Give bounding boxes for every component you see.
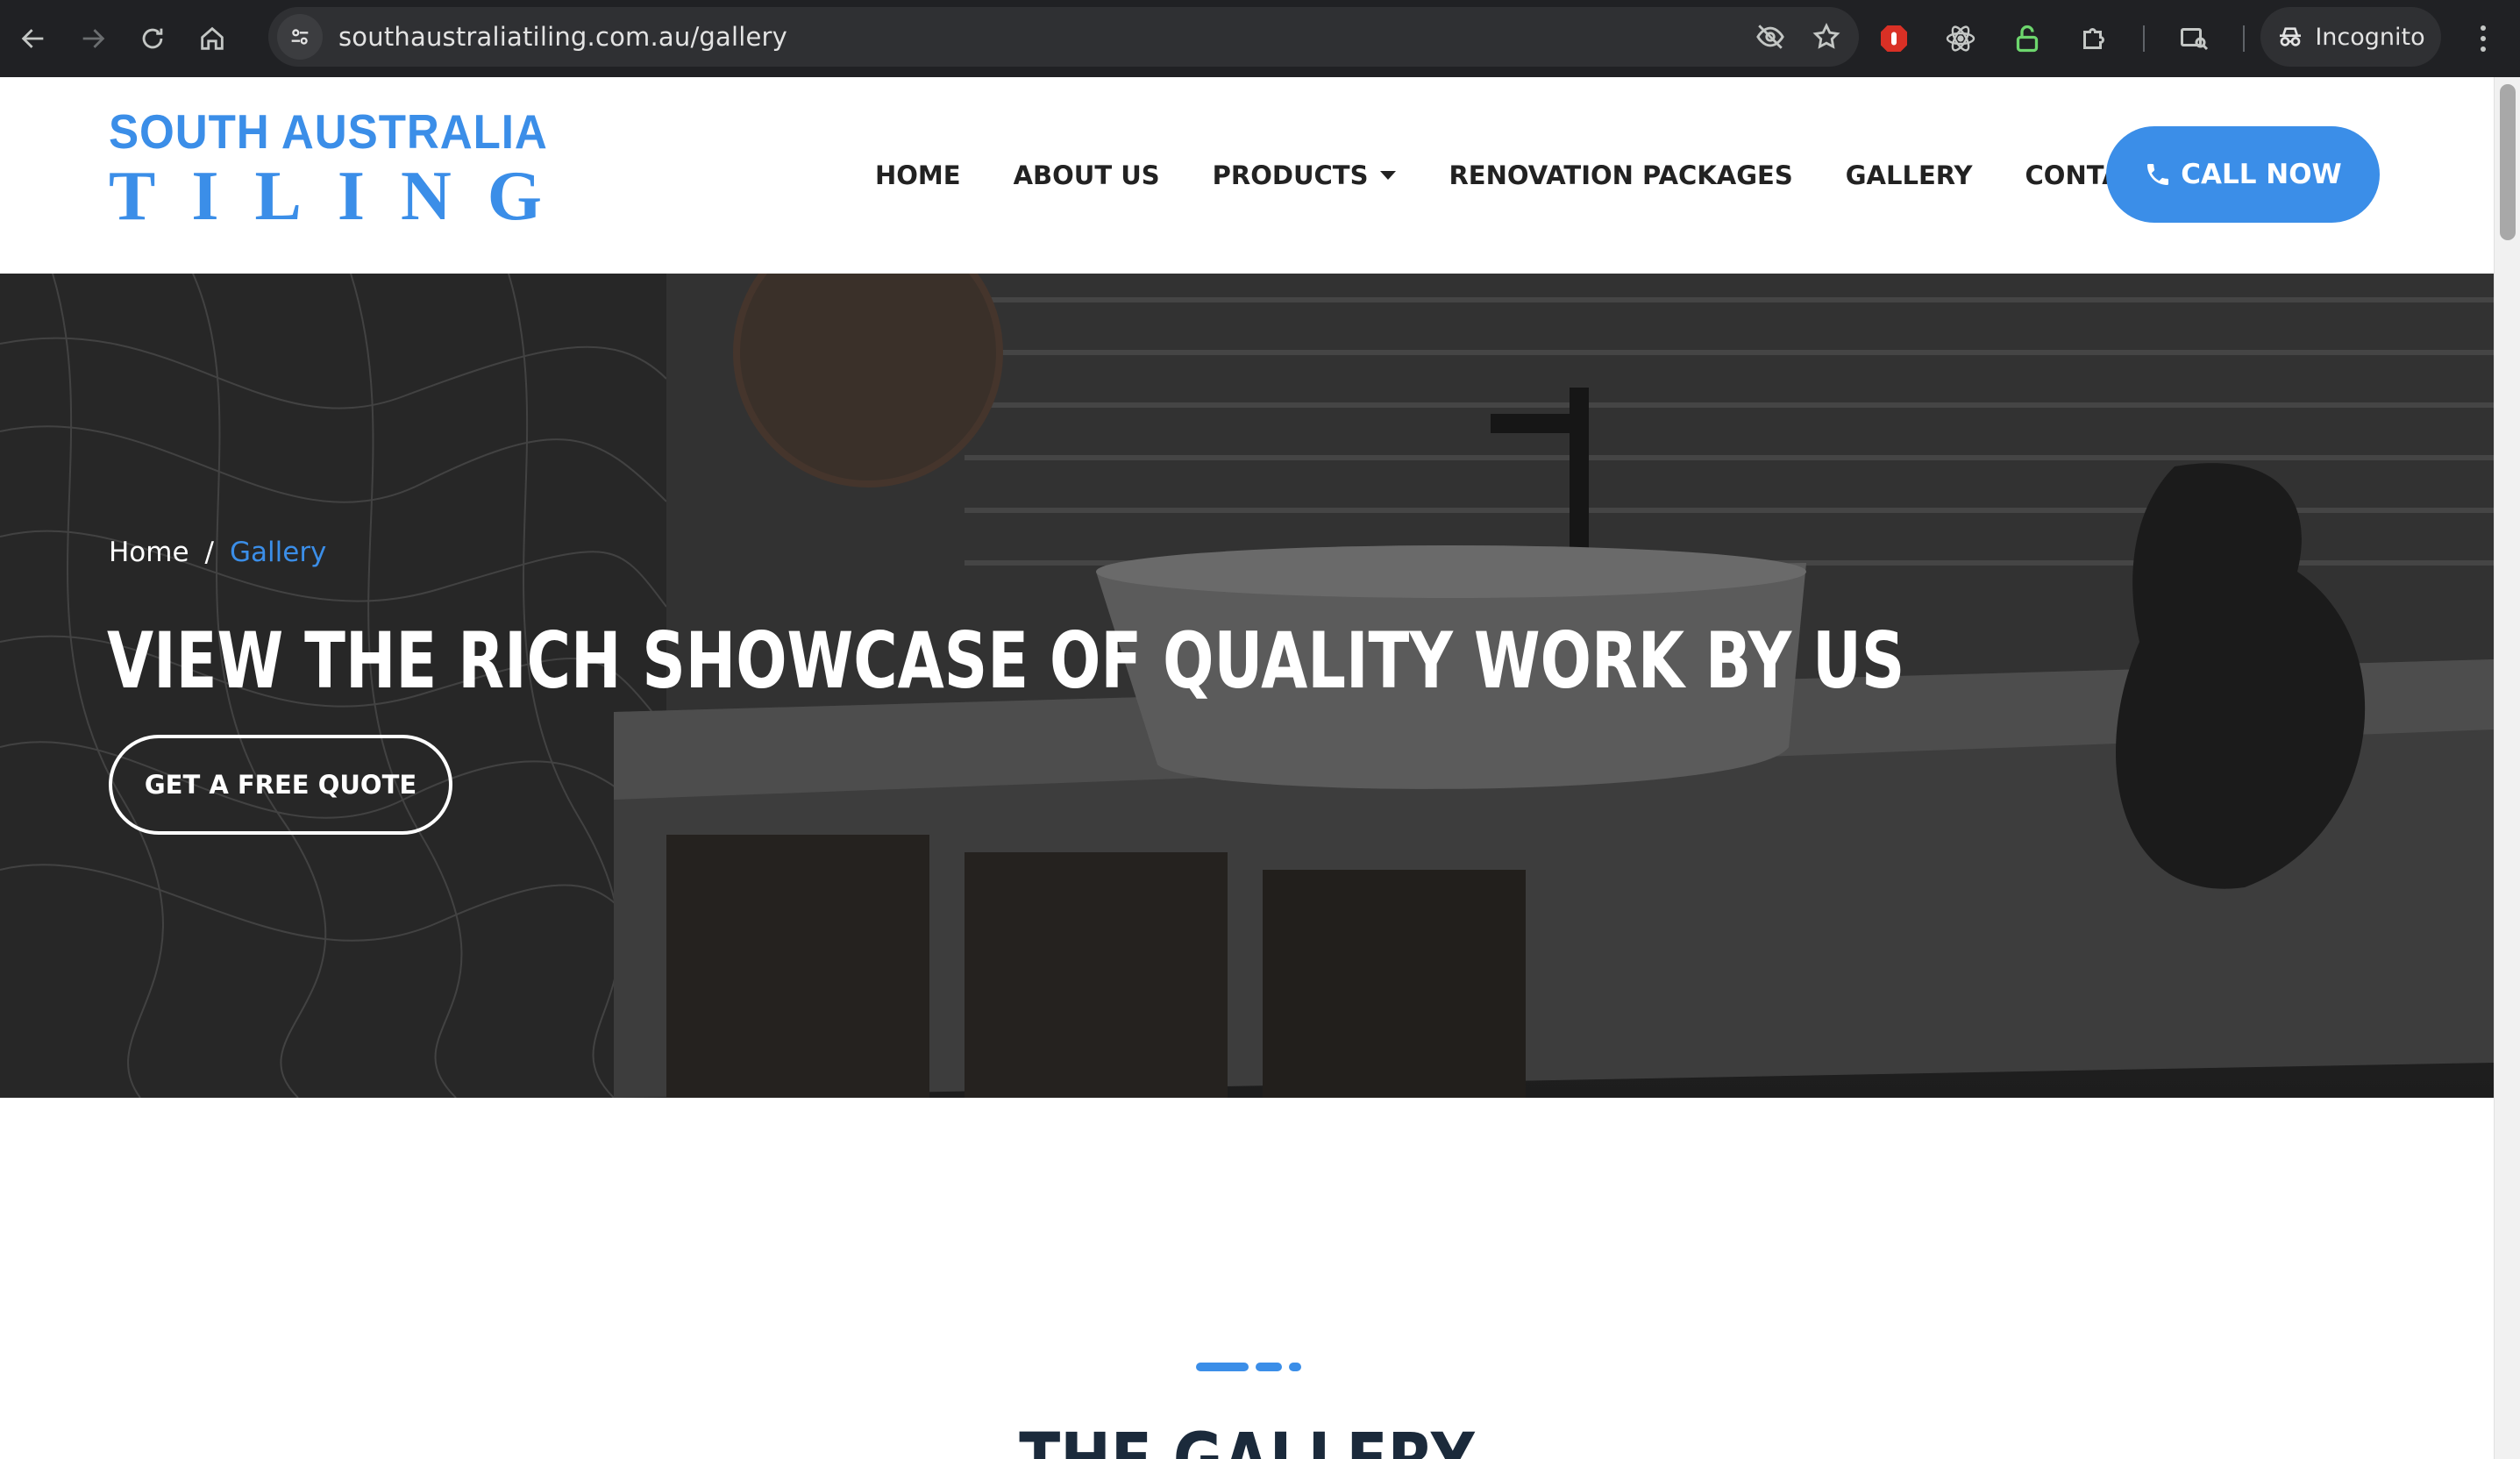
toolbar-divider — [2243, 25, 2245, 52]
star-icon[interactable] — [1812, 22, 1841, 52]
page-scrollbar[interactable] — [2494, 77, 2520, 1459]
breadcrumb-separator: / — [204, 537, 214, 568]
tune-icon — [291, 29, 309, 45]
address-bar[interactable]: southaustraliatiling.com.au/gallery — [268, 7, 1859, 67]
stop-hand-icon — [1881, 25, 1907, 52]
breadcrumb-home[interactable]: Home — [109, 537, 189, 568]
get-free-quote-button[interactable]: GET A FREE QUOTE — [109, 735, 452, 835]
arrow-left-icon — [21, 29, 44, 48]
phone-icon — [2147, 164, 2169, 185]
site-header: SOUTH AUSTRALIA TILING HOME ABOUT US PRO… — [0, 77, 2494, 274]
reload-icon — [142, 28, 163, 49]
call-now-button[interactable]: CALL NOW — [2106, 126, 2380, 223]
section-divider — [1196, 1363, 1301, 1371]
puzzle-icon — [2083, 28, 2104, 49]
kebab-menu-icon — [2481, 25, 2486, 52]
url-text[interactable]: southaustraliatiling.com.au/gallery — [338, 22, 787, 52]
divider-dash — [1256, 1363, 1282, 1371]
hero-title: VIEW THE RICH SHOWCASE OF QUALITY WORK B… — [107, 616, 1905, 706]
divider-dash — [1289, 1363, 1301, 1371]
breadcrumb-current: Gallery — [230, 537, 327, 568]
breadcrumb: Home / Gallery — [109, 537, 326, 568]
extensions-button[interactable] — [2076, 21, 2111, 56]
search-tab-button[interactable] — [2176, 21, 2211, 56]
eye-off-icon[interactable] — [1755, 22, 1785, 52]
incognito-icon — [2280, 27, 2302, 46]
react-icon — [1946, 25, 1975, 52]
divider-dash — [1196, 1363, 1249, 1371]
scrollbar-thumb[interactable] — [2500, 84, 2516, 240]
get-free-quote-label: GET A FREE QUOTE — [144, 770, 417, 800]
react-devtools-button[interactable] — [1943, 21, 1978, 56]
nav-renovation-packages[interactable]: RENOVATION PACKAGES — [1449, 160, 1792, 190]
incognito-label: Incognito — [2315, 23, 2425, 51]
browser-menu-button[interactable] — [2467, 18, 2499, 60]
nav-gallery[interactable]: GALLERY — [1846, 160, 1973, 190]
nav-products[interactable]: PRODUCTS — [1213, 160, 1397, 190]
adblock-extension-button[interactable] — [1876, 21, 1911, 56]
logo-line-1: SOUTH AUSTRALIA — [109, 104, 548, 159]
nav-about-us[interactable]: ABOUT US — [1014, 160, 1160, 190]
logo-line-2: TILING — [109, 158, 578, 235]
arrow-right-icon — [82, 29, 105, 48]
reload-button[interactable] — [126, 12, 179, 65]
forward-button[interactable] — [67, 12, 119, 65]
site-info-button[interactable] — [277, 14, 323, 60]
nav-home[interactable]: HOME — [875, 160, 961, 190]
toolbar-divider — [2143, 25, 2145, 52]
caret-down-icon — [1380, 171, 1397, 180]
gallery-title: THE GALLERY — [224, 1417, 2269, 1459]
password-extension-button[interactable] — [2010, 21, 2045, 56]
call-now-label: CALL NOW — [2181, 159, 2342, 190]
hero-banner: Home / Gallery VIEW THE RICH SHOWCASE OF… — [0, 274, 2494, 1098]
gallery-section: THE GALLERY — [0, 1098, 2494, 1459]
incognito-badge[interactable]: Incognito — [2260, 7, 2441, 67]
home-button[interactable] — [186, 12, 238, 65]
site-logo[interactable]: SOUTH AUSTRALIA TILING — [109, 105, 581, 231]
back-button[interactable] — [7, 12, 60, 65]
main-navigation: HOME ABOUT US PRODUCTS RENOVATION PACKAG… — [875, 77, 2210, 274]
browser-toolbar: southaustraliatiling.com.au/gallery Inco… — [0, 0, 2520, 77]
search-tab-icon — [2181, 28, 2209, 51]
padlock-icon — [2016, 25, 2039, 53]
home-icon — [201, 26, 224, 50]
